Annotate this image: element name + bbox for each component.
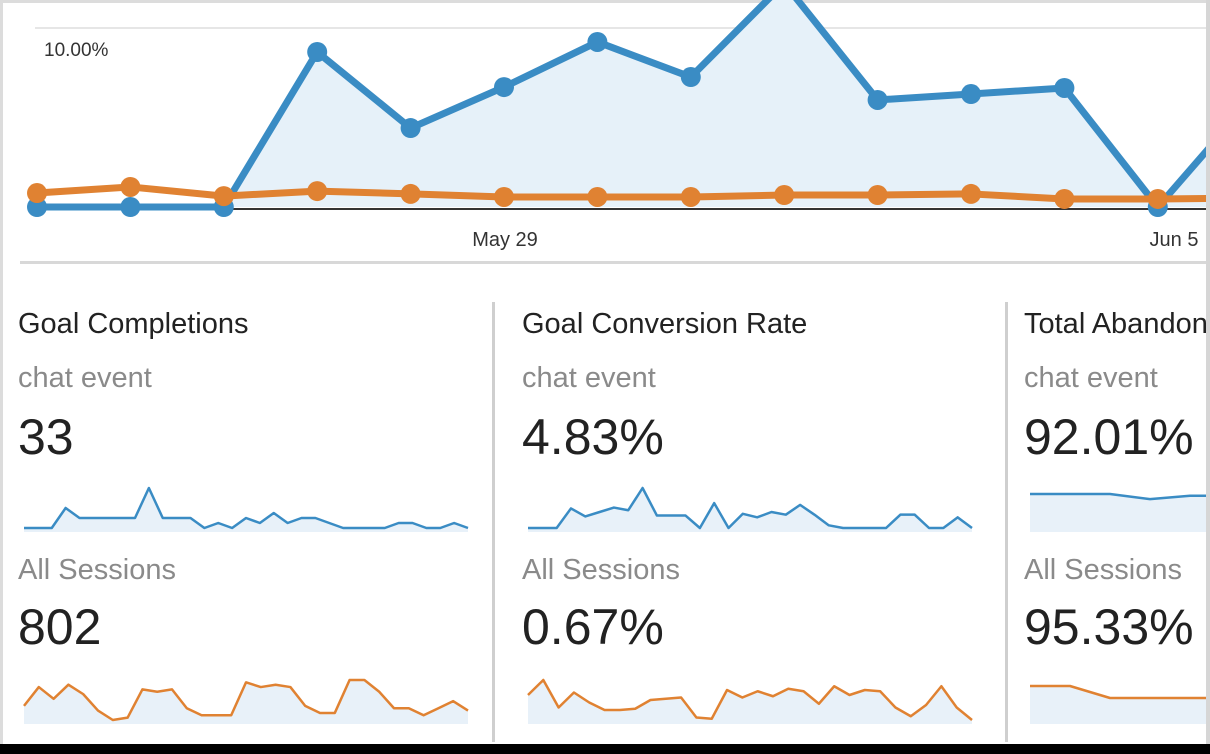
sparkline-all-sessions [1030,684,1206,724]
segment-label-chat-event: chat event [18,362,152,394]
sparkline-area [528,680,972,724]
segment-label-all-sessions: All Sessions [1024,554,1182,586]
data-point [867,89,888,110]
column-divider [492,302,495,742]
data-point [120,197,141,217]
segment-label-chat-event: chat event [1024,362,1158,394]
data-point [587,31,608,52]
data-point [307,41,328,62]
metric-title: Total Abandonment Rate [1024,308,1206,340]
frame-border-bottom [0,744,1210,754]
data-point [494,77,514,98]
metric-value-all-sessions: 0.67% [522,599,664,655]
metric-goal-conversion-rate[interactable]: Goal Conversion Rate chat event 4.83% Al… [522,300,992,744]
metric-title: Goal Conversion Rate [522,308,808,340]
data-point [494,186,514,207]
data-point [1054,188,1075,209]
sparkline-area [528,488,972,532]
main-line-chart: 10.00% May 29 Jun 5 [27,0,1206,251]
data-point [400,118,421,139]
sparkline-chat-event [528,486,973,532]
series-area-0 [37,0,1206,207]
metric-value-chat-event: 4.83% [522,409,664,465]
data-point [400,183,421,204]
sparkline-area [24,488,468,532]
metric-value-chat-event: 33 [18,409,74,465]
data-point [961,183,981,204]
y-tick-label: 10.00% [44,40,109,61]
metric-total-abandonment-rate[interactable]: Total Abandonment Rate chat event 92.01%… [1024,300,1206,744]
metric-goal-completions[interactable]: Goal Completions chat event 33 All Sessi… [18,300,488,744]
segment-label-all-sessions: All Sessions [522,554,680,586]
sparkline-chat-event [1030,492,1206,532]
sparkline-chat-event [24,486,469,532]
metric-value-all-sessions: 802 [18,599,102,655]
x-tick-label: Jun 5 [1150,229,1199,251]
data-point [1054,77,1075,98]
x-tick-label: May 29 [472,229,538,251]
data-point [961,84,981,105]
data-point [213,186,234,207]
data-point [680,186,701,207]
metric-value-chat-event: 92.01% [1024,409,1194,465]
data-point [120,176,141,197]
chart-separator [20,261,1206,264]
column-divider [1005,302,1008,742]
data-point [27,183,47,204]
data-point [867,185,888,206]
data-point [307,181,328,202]
segment-label-all-sessions: All Sessions [18,554,176,586]
data-point [680,67,701,88]
segment-label-chat-event: chat event [522,362,656,394]
scrollbar-edge [1206,0,1210,745]
metric-title: Goal Completions [18,308,249,340]
metric-value-all-sessions: 95.33% [1024,599,1194,655]
sparkline-area [1030,686,1206,724]
sparkline-area [1030,494,1206,532]
data-point [1147,188,1168,209]
sparkline-all-sessions [527,678,973,724]
sparkline-all-sessions [23,678,469,724]
data-point [774,185,795,206]
data-point [587,186,608,207]
